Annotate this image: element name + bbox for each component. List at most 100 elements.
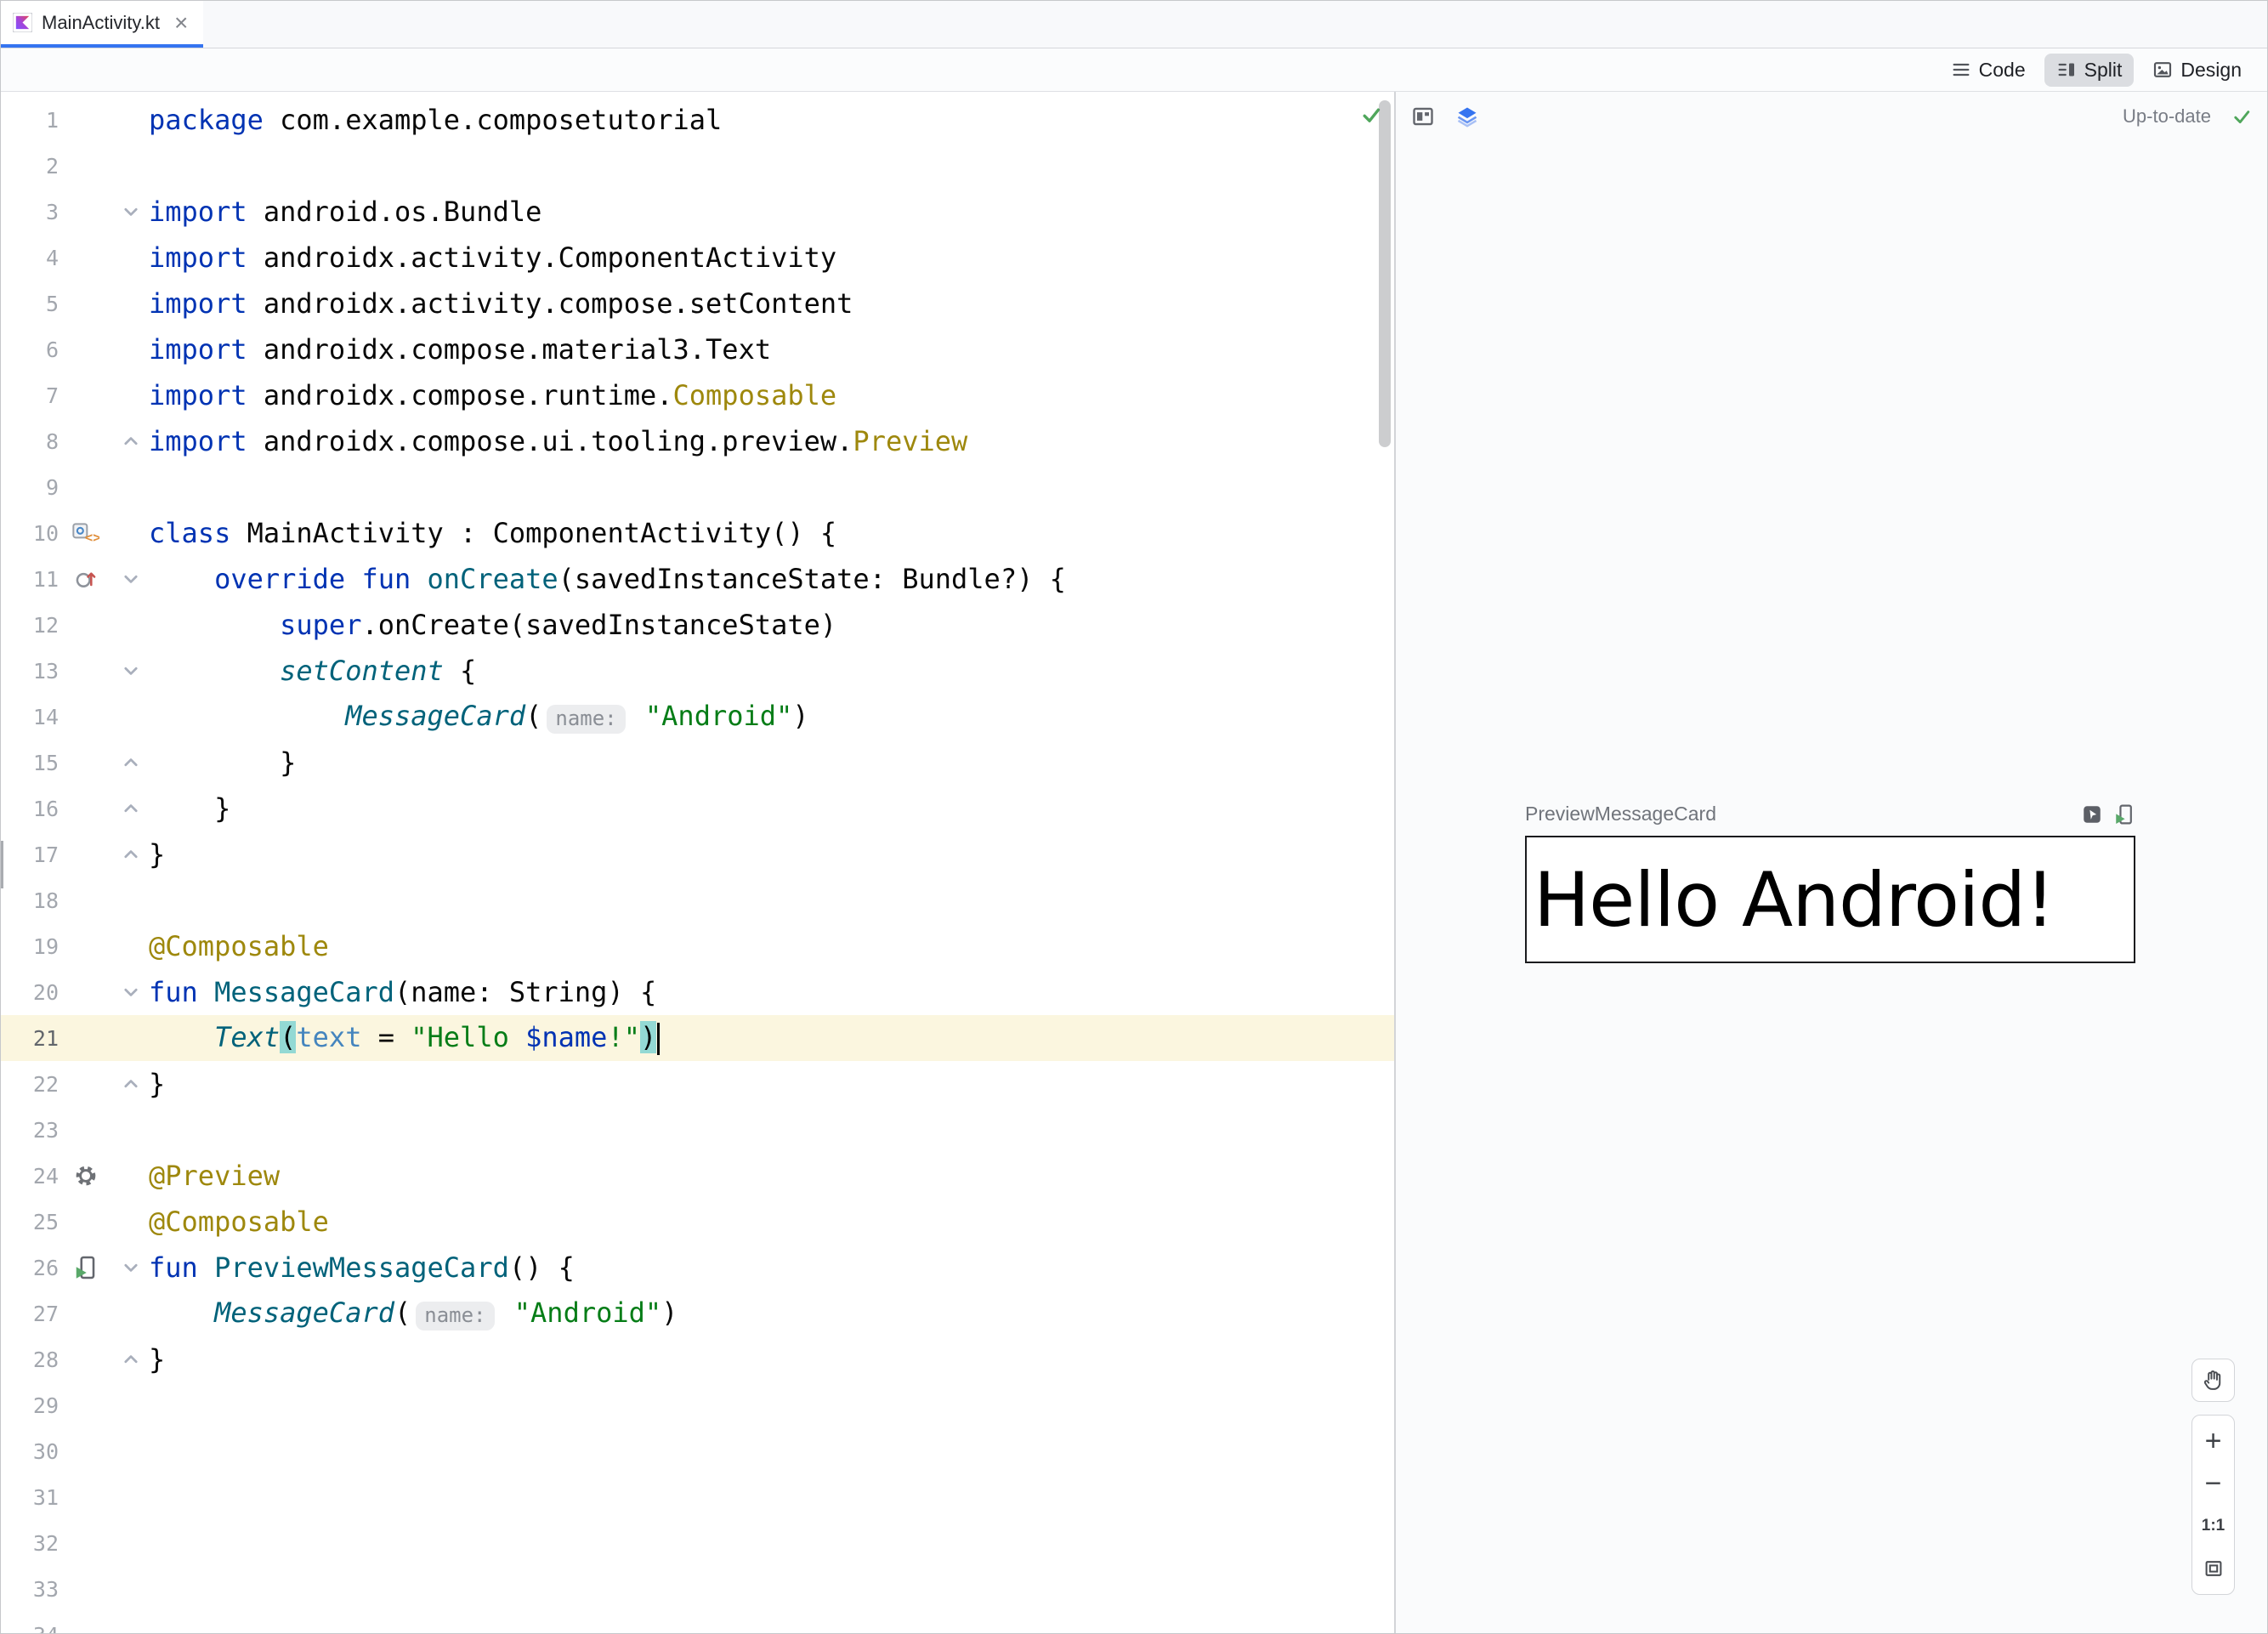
- line-number[interactable]: 19: [1, 934, 59, 959]
- fold-down-icon[interactable]: [113, 661, 149, 680]
- line-number[interactable]: 3: [1, 200, 59, 224]
- tool-window-handle[interactable]: [1, 841, 3, 888]
- code-line[interactable]: 12 super.onCreate(savedInstanceState): [1, 602, 1394, 648]
- code-line[interactable]: 2: [1, 143, 1394, 189]
- gear-gutter-icon[interactable]: [59, 1164, 113, 1188]
- code-line[interactable]: 6 import androidx.compose.material3.Text: [1, 326, 1394, 372]
- code-line[interactable]: 33: [1, 1566, 1394, 1612]
- zoom-out-button[interactable]: −: [2192, 1463, 2234, 1504]
- fold-down-icon[interactable]: [113, 202, 149, 221]
- code-line[interactable]: 14 MessageCard(name: "Android"): [1, 694, 1394, 740]
- code-line[interactable]: 34: [1, 1612, 1394, 1634]
- code-line[interactable]: 4 import androidx.activity.ComponentActiv…: [1, 235, 1394, 281]
- line-number[interactable]: 16: [1, 797, 59, 821]
- line-number[interactable]: 25: [1, 1210, 59, 1234]
- code-line[interactable]: 1 package com.example.composetutorial: [1, 97, 1394, 143]
- line-number[interactable]: 30: [1, 1439, 59, 1464]
- code-line[interactable]: 5 import androidx.activity.compose.setCon…: [1, 281, 1394, 326]
- code-line[interactable]: 32: [1, 1520, 1394, 1566]
- override-gutter-icon[interactable]: [59, 567, 113, 591]
- line-number[interactable]: 13: [1, 659, 59, 684]
- code-line[interactable]: 7 import androidx.compose.runtime.Composa…: [1, 372, 1394, 418]
- zoom-fit-button[interactable]: [2192, 1548, 2234, 1589]
- fold-down-icon[interactable]: [113, 983, 149, 1001]
- close-icon[interactable]: ×: [174, 10, 188, 35]
- line-number[interactable]: 2: [1, 154, 59, 179]
- zoom-in-button[interactable]: +: [2192, 1421, 2234, 1461]
- run-preview-icon[interactable]: [2113, 803, 2135, 826]
- code-line[interactable]: 10 <> class MainActivity : ComponentActivi…: [1, 510, 1394, 556]
- tab-mainactivity-kt[interactable]: MainActivity.kt ×: [1, 1, 204, 48]
- line-number[interactable]: 11: [1, 567, 59, 592]
- preview-card-title[interactable]: PreviewMessageCard: [1525, 803, 1716, 826]
- line-number[interactable]: 8: [1, 429, 59, 454]
- zoom-actual-button[interactable]: 1:1: [2192, 1506, 2234, 1546]
- fold-down-icon[interactable]: [113, 1258, 149, 1277]
- fold-up-icon[interactable]: [113, 845, 149, 864]
- line-number[interactable]: 10: [1, 521, 59, 546]
- code-line[interactable]: 22}: [1, 1061, 1394, 1107]
- fold-up-icon[interactable]: [113, 1350, 149, 1369]
- code-line[interactable]: 20 fun MessageCard(name: String) {: [1, 969, 1394, 1015]
- line-number[interactable]: 12: [1, 613, 59, 638]
- line-number[interactable]: 29: [1, 1393, 59, 1418]
- line-number[interactable]: 27: [1, 1302, 59, 1326]
- line-number[interactable]: 24: [1, 1164, 59, 1189]
- line-number[interactable]: 1: [1, 108, 59, 133]
- preview-render-surface[interactable]: Hello Android!: [1525, 836, 2135, 963]
- code-line[interactable]: 23: [1, 1107, 1394, 1153]
- design-view-button[interactable]: Design: [2140, 54, 2254, 87]
- pan-button[interactable]: [2191, 1359, 2235, 1402]
- code-line[interactable]: 27 MessageCard(name: "Android"): [1, 1291, 1394, 1336]
- fold-up-icon[interactable]: [113, 1075, 149, 1093]
- code-view-button[interactable]: Code: [1939, 54, 2038, 87]
- line-number[interactable]: 34: [1, 1623, 59, 1634]
- code-line[interactable]: 30: [1, 1428, 1394, 1474]
- line-number[interactable]: 17: [1, 843, 59, 867]
- line-number[interactable]: 15: [1, 751, 59, 775]
- code-line[interactable]: 18: [1, 877, 1394, 923]
- editor-scrollbar[interactable]: [1379, 100, 1391, 447]
- line-number[interactable]: 26: [1, 1256, 59, 1280]
- line-number[interactable]: 7: [1, 383, 59, 408]
- line-number[interactable]: 32: [1, 1531, 59, 1556]
- fold-down-icon[interactable]: [113, 570, 149, 588]
- code-line[interactable]: 8 import androidx.compose.ui.tooling.prev…: [1, 418, 1394, 464]
- line-number[interactable]: 23: [1, 1118, 59, 1143]
- line-number[interactable]: 4: [1, 246, 59, 270]
- line-number[interactable]: 6: [1, 338, 59, 362]
- code-line[interactable]: 11 override fun onCreate(savedInstanceSt…: [1, 556, 1394, 602]
- line-number[interactable]: 20: [1, 980, 59, 1005]
- code-line[interactable]: 15 }: [1, 740, 1394, 786]
- line-number[interactable]: 33: [1, 1577, 59, 1602]
- interactive-mode-icon[interactable]: [2081, 803, 2103, 826]
- line-number[interactable]: 18: [1, 888, 59, 913]
- code-line[interactable]: 13 setContent {: [1, 648, 1394, 694]
- code-line[interactable]: 29: [1, 1382, 1394, 1428]
- code-line[interactable]: 19 @Composable: [1, 923, 1394, 969]
- code-line[interactable]: 17}: [1, 831, 1394, 877]
- ui-check-icon[interactable]: [1411, 105, 1435, 128]
- line-number[interactable]: 31: [1, 1485, 59, 1510]
- split-view-button[interactable]: Split: [2044, 53, 2135, 87]
- code-line[interactable]: 31: [1, 1474, 1394, 1520]
- code-line[interactable]: 9: [1, 464, 1394, 510]
- fold-up-icon[interactable]: [113, 799, 149, 818]
- layers-icon[interactable]: [1455, 105, 1479, 128]
- line-number[interactable]: 5: [1, 292, 59, 316]
- code-editor[interactable]: 1 package com.example.composetutorial 2 3 im…: [1, 92, 1394, 1633]
- fold-up-icon[interactable]: [113, 432, 149, 451]
- code-line[interactable]: 26 fun PreviewMessageCard() {: [1, 1245, 1394, 1291]
- code-line[interactable]: 25 @Composable: [1, 1199, 1394, 1245]
- line-number[interactable]: 9: [1, 475, 59, 500]
- code-line[interactable]: 28}: [1, 1336, 1394, 1382]
- fold-up-icon[interactable]: [113, 753, 149, 772]
- line-number[interactable]: 22: [1, 1072, 59, 1097]
- code-line[interactable]: 16 }: [1, 786, 1394, 831]
- class-gutter-icon[interactable]: <>: [59, 521, 113, 545]
- code-line[interactable]: 3 import android.os.Bundle: [1, 189, 1394, 235]
- code-line[interactable]: 21 Text(text = "Hello $name!"): [1, 1015, 1394, 1061]
- line-number[interactable]: 21: [1, 1026, 59, 1051]
- code-line[interactable]: 24 @Preview: [1, 1153, 1394, 1199]
- run-gutter-icon[interactable]: [59, 1255, 113, 1280]
